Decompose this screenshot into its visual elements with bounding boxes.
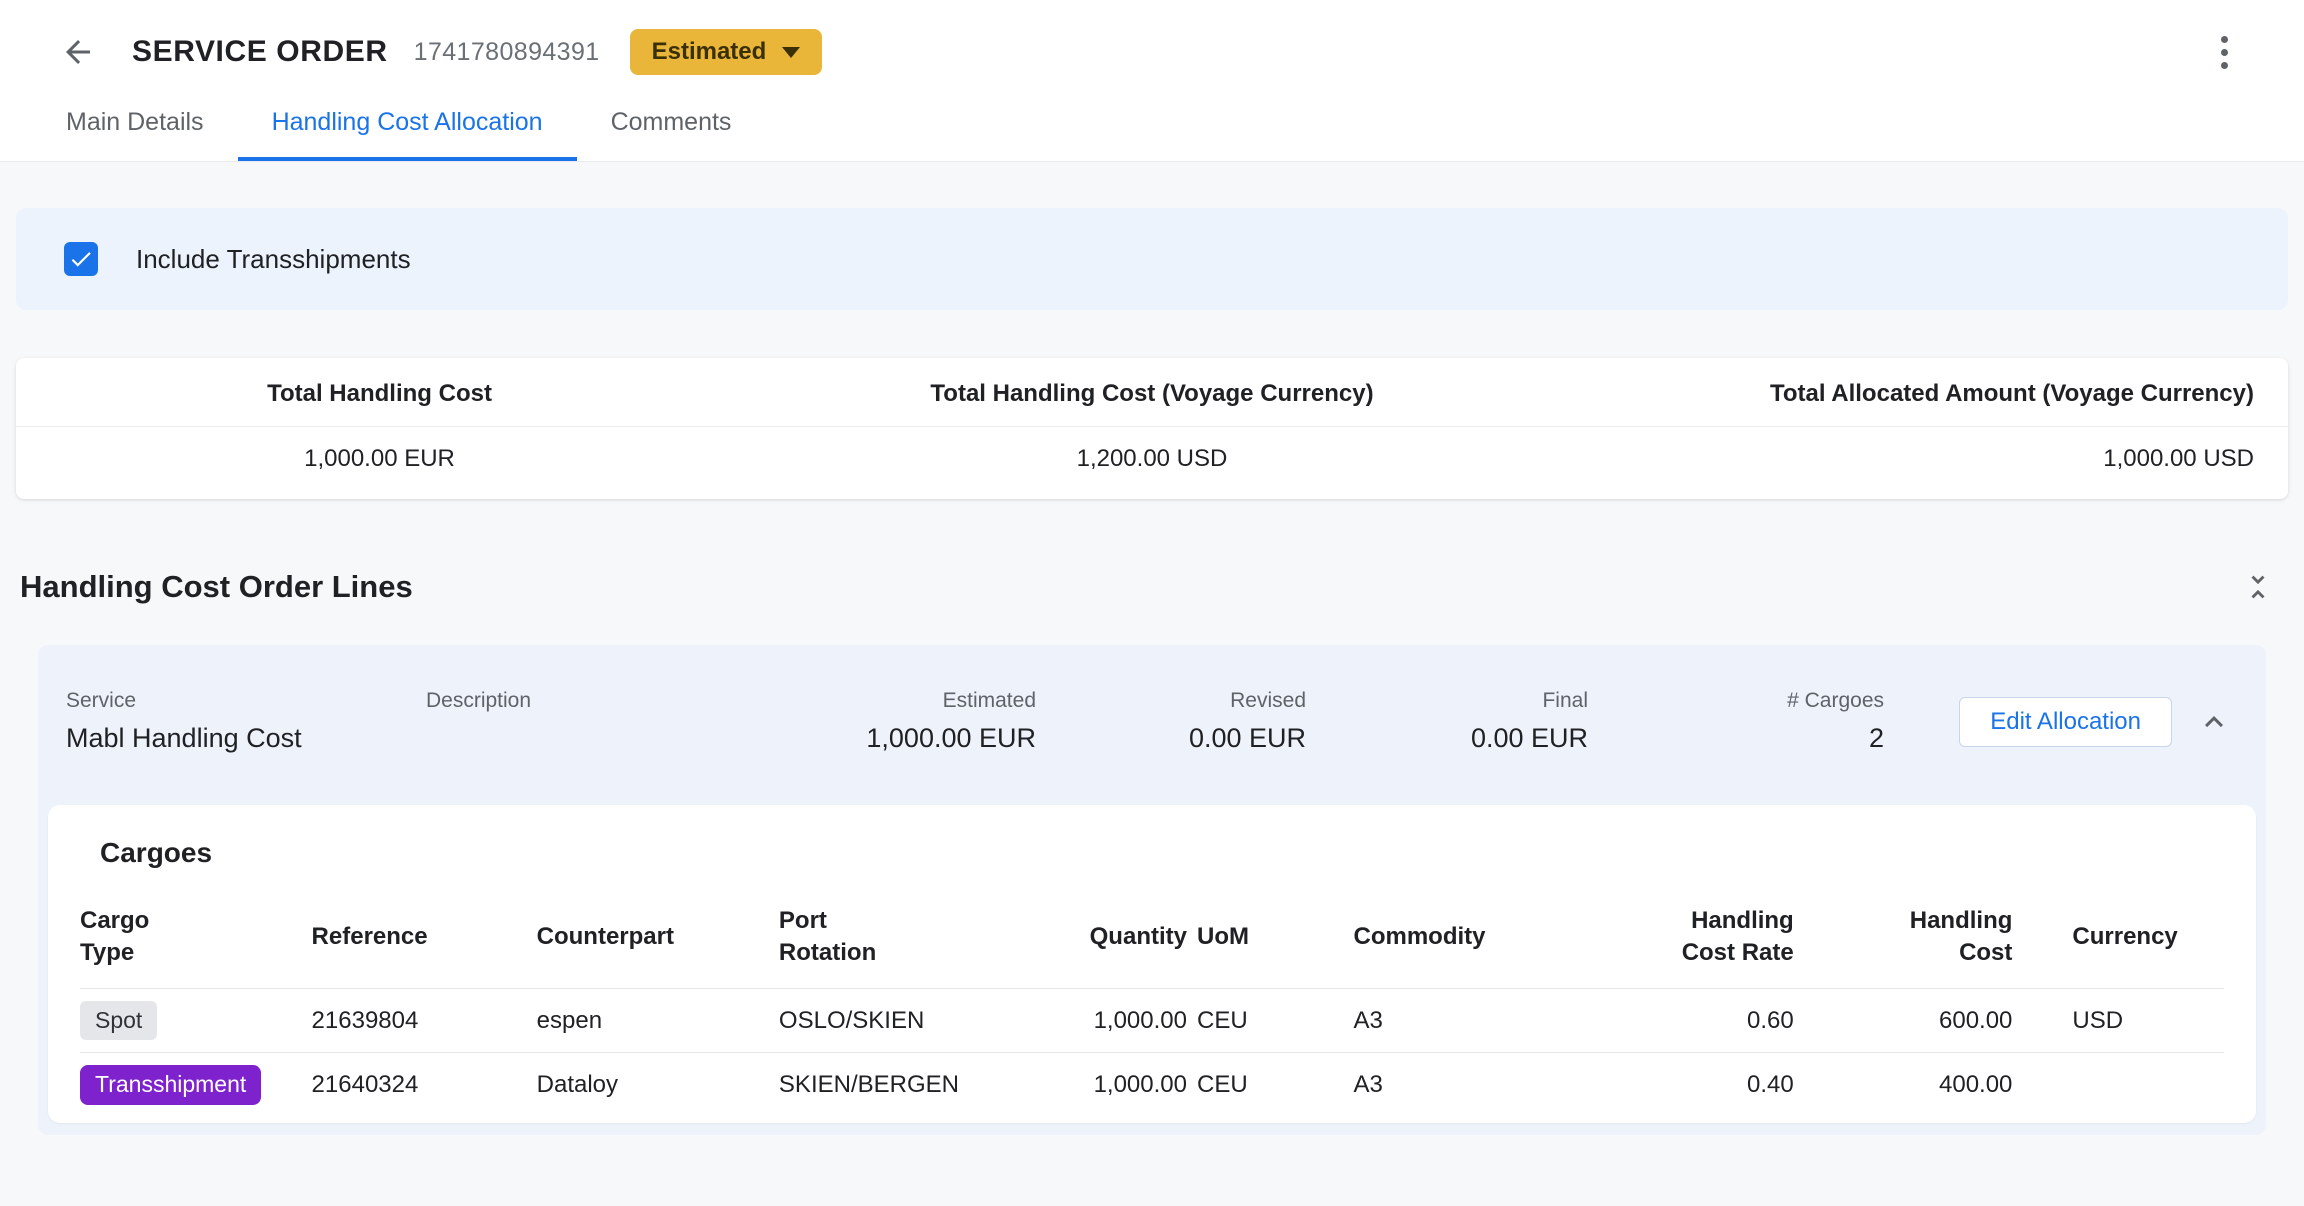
order-number: 1741780894391 (414, 38, 600, 67)
handling-cost-cell: 400.00 (1804, 1053, 2023, 1117)
commodity-cell: A3 (1353, 1053, 1572, 1117)
transshipment-badge: Transshipment (80, 1065, 261, 1105)
tab-handling-cost-allocation[interactable]: Handling Cost Allocation (238, 88, 577, 161)
cargoes-table: Cargo Type Reference Counterpart Port Ro… (80, 887, 2224, 1117)
kebab-icon (2221, 36, 2228, 43)
cargoes-count-label: # Cargoes (1588, 689, 1884, 713)
check-icon (68, 246, 94, 272)
status-chip[interactable]: Estimated (630, 29, 823, 75)
total-handling-cost-voyage-value: 1,200.00 USD (743, 427, 1561, 500)
cargoes-count-field: # Cargoes 2 (1588, 689, 1884, 755)
port-rotation-cell: SKIEN/BERGEN (779, 1053, 1015, 1117)
cargoes-card: Cargoes Cargo Type Reference Counterpart… (48, 805, 2256, 1123)
port-rotation-header: Port Rotation (779, 887, 1015, 988)
counterpart-cell: espen (537, 988, 779, 1053)
total-handling-cost-voyage-header: Total Handling Cost (Voyage Currency) (743, 358, 1561, 427)
collapse-line-button[interactable] (2190, 698, 2238, 746)
reference-cell: 21640324 (312, 1053, 537, 1117)
cargo-type-cell: Spot (80, 988, 312, 1053)
order-lines-section-title: Handling Cost Order Lines (20, 569, 413, 605)
chevron-down-icon (782, 47, 800, 58)
total-handling-cost-header: Total Handling Cost (16, 358, 743, 427)
back-button[interactable] (50, 24, 106, 80)
handling-cost-cell: 600.00 (1804, 988, 2023, 1053)
cargoes-header-row: Cargo Type Reference Counterpart Port Ro… (80, 887, 2224, 988)
final-label: Final (1306, 689, 1588, 713)
reference-cell: 21639804 (312, 988, 537, 1053)
counterpart-cell: Dataloy (537, 1053, 779, 1117)
more-options-button[interactable] (2200, 28, 2248, 76)
estimated-value: 1,000.00 EUR (666, 723, 1036, 755)
cargo-type-cell: Transshipment (80, 1053, 312, 1117)
port-rotation-cell: OSLO/SKIEN (779, 988, 1015, 1053)
description-value (426, 723, 666, 755)
uom-cell: CEU (1197, 988, 1354, 1053)
include-transshipments-checkbox[interactable] (64, 242, 98, 276)
app-bar-top: SERVICE ORDER 1741780894391 Estimated (0, 0, 2304, 88)
final-field: Final 0.00 EUR (1306, 689, 1588, 755)
currency-cell: USD (2022, 988, 2224, 1053)
handling-cost-header: Handling Cost (1804, 887, 2023, 988)
cargo-type-header: Cargo Type (80, 887, 312, 988)
spot-badge: Spot (80, 1001, 157, 1041)
tab-comments[interactable]: Comments (577, 88, 766, 161)
totals-summary-card: Total Handling Cost Total Handling Cost … (16, 358, 2288, 499)
include-transshipments-banner: Include Transshipments (16, 208, 2288, 310)
service-field: Service Mabl Handling Cost (66, 689, 426, 755)
description-label: Description (426, 689, 666, 713)
status-chip-label: Estimated (652, 38, 767, 66)
collapse-all-button[interactable] (2234, 563, 2282, 611)
quantity-cell: 1,000.00 (1015, 1053, 1197, 1117)
edit-allocation-button[interactable]: Edit Allocation (1959, 697, 2172, 747)
order-lines-section-header: Handling Cost Order Lines (20, 563, 2282, 611)
total-allocated-amount-header: Total Allocated Amount (Voyage Currency) (1561, 358, 2288, 427)
estimated-label: Estimated (666, 689, 1036, 713)
chevron-up-icon (2196, 704, 2232, 740)
cargo-row[interactable]: Transshipment 21640324 Dataloy SKIEN/BER… (80, 1053, 2224, 1117)
description-field: Description (426, 689, 666, 755)
revised-field: Revised 0.00 EUR (1036, 689, 1306, 755)
currency-header: Currency (2022, 887, 2224, 988)
commodity-header: Commodity (1353, 887, 1572, 988)
content: Include Transshipments Total Handling Co… (0, 162, 2304, 1135)
currency-cell (2022, 1053, 2224, 1117)
quantity-cell: 1,000.00 (1015, 988, 1197, 1053)
quantity-header: Quantity (1015, 887, 1197, 988)
final-value: 0.00 EUR (1306, 723, 1588, 755)
counterpart-header: Counterpart (537, 887, 779, 988)
service-order-page: SERVICE ORDER 1741780894391 Estimated Ma… (0, 0, 2304, 1206)
page-title: SERVICE ORDER (132, 35, 388, 69)
uom-header: UoM (1197, 887, 1354, 988)
total-allocated-amount-value: 1,000.00 USD (1561, 427, 2288, 500)
order-line-card: Service Mabl Handling Cost Description E… (38, 645, 2266, 1135)
service-label: Service (66, 689, 426, 713)
handling-cost-rate-cell: 0.40 (1572, 1053, 1804, 1117)
total-handling-cost-value: 1,000.00 EUR (16, 427, 743, 500)
reference-header: Reference (312, 887, 537, 988)
collapse-all-icon (2241, 570, 2275, 604)
uom-cell: CEU (1197, 1053, 1354, 1117)
commodity-cell: A3 (1353, 988, 1572, 1053)
handling-cost-rate-cell: 0.60 (1572, 988, 1804, 1053)
estimated-field: Estimated 1,000.00 EUR (666, 689, 1036, 755)
order-line-info-row: Service Mabl Handling Cost Description E… (48, 645, 2256, 805)
service-value: Mabl Handling Cost (66, 723, 426, 755)
revised-value: 0.00 EUR (1036, 723, 1306, 755)
tab-bar: Main Details Handling Cost Allocation Co… (0, 88, 2304, 162)
revised-label: Revised (1036, 689, 1306, 713)
cargo-row[interactable]: Spot 21639804 espen OSLO/SKIEN 1,000.00 … (80, 988, 2224, 1053)
tab-main-details[interactable]: Main Details (32, 88, 238, 161)
summary-value-row: 1,000.00 EUR 1,200.00 USD 1,000.00 USD (16, 427, 2288, 500)
handling-cost-rate-header: Handling Cost Rate (1572, 887, 1804, 988)
include-transshipments-label: Include Transshipments (136, 244, 411, 275)
cargoes-title: Cargoes (100, 837, 2224, 869)
cargoes-count-value: 2 (1588, 723, 1884, 755)
totals-summary-table: Total Handling Cost Total Handling Cost … (16, 358, 2288, 499)
app-bar: SERVICE ORDER 1741780894391 Estimated Ma… (0, 0, 2304, 162)
arrow-back-icon (60, 34, 96, 70)
summary-header-row: Total Handling Cost Total Handling Cost … (16, 358, 2288, 427)
